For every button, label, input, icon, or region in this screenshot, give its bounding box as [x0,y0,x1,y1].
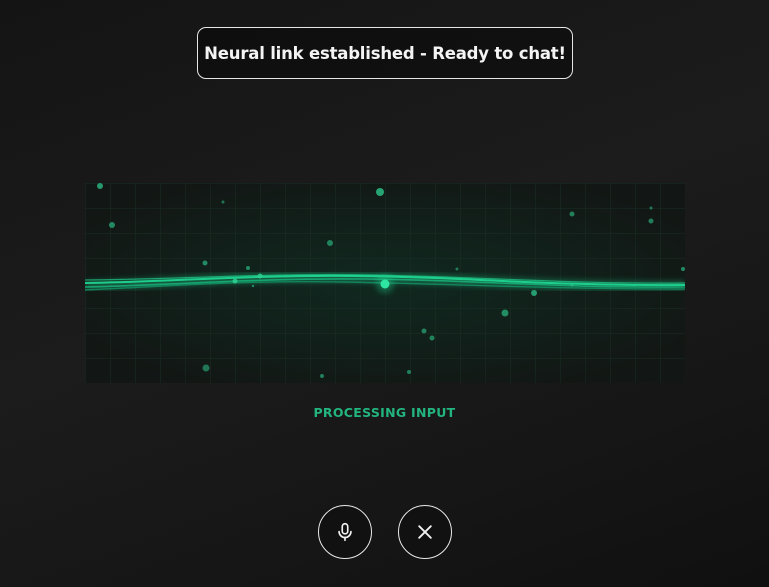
status-toast: Neural link established - Ready to chat! [197,27,573,79]
audio-visualizer [85,183,685,383]
toast-message: Neural link established - Ready to chat! [204,43,566,63]
close-button[interactable] [398,505,452,559]
processing-status: PROCESSING INPUT [313,405,456,420]
microphone-icon [338,522,352,542]
close-icon [418,525,432,539]
center-pulse [380,279,390,289]
visualizer-canvas [85,183,685,383]
microphone-button[interactable] [318,505,372,559]
